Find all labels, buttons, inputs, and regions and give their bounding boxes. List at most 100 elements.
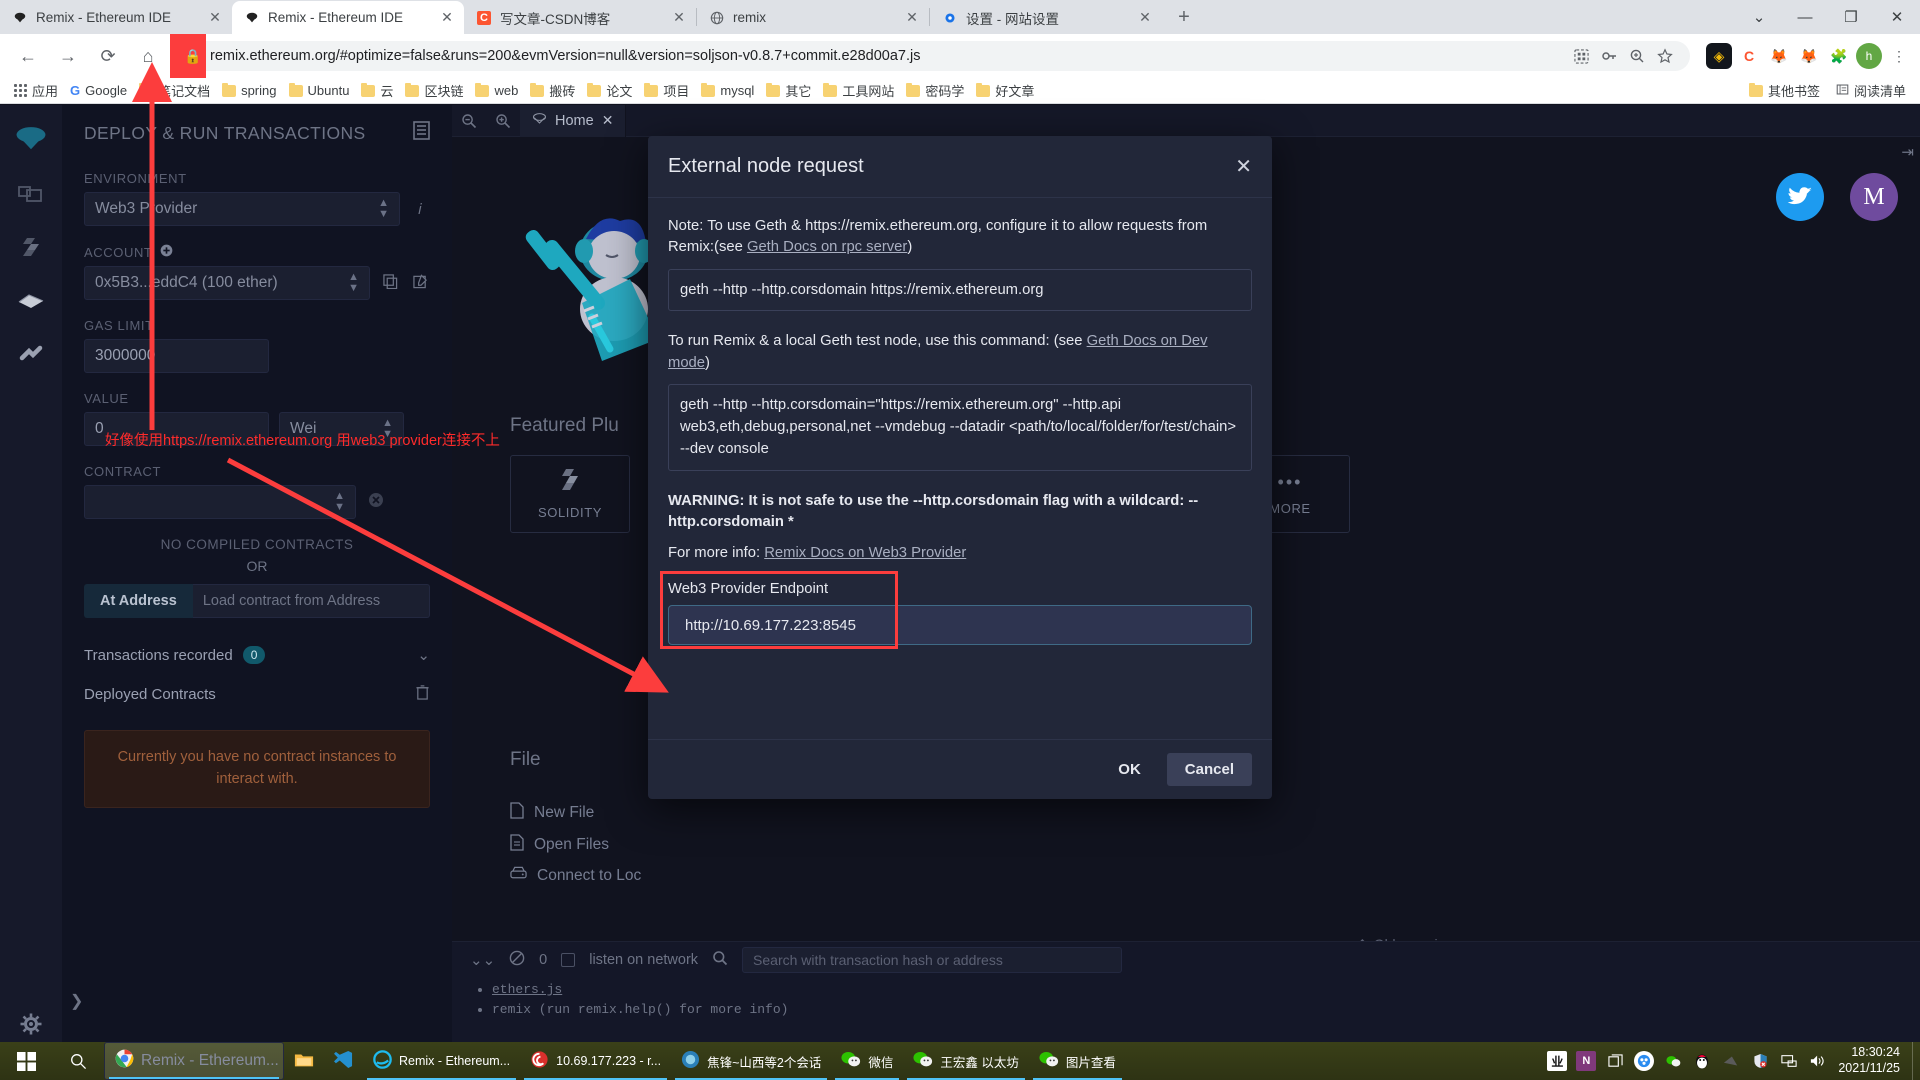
key-icon[interactable]	[1596, 43, 1622, 69]
bookmark-folder-13[interactable]: 工具网站	[817, 79, 900, 102]
info-icon[interactable]: 𝑖	[410, 201, 430, 218]
site-info-lock[interactable]: 🔒	[170, 34, 208, 78]
qq-icon[interactable]	[1692, 1051, 1712, 1071]
task-view-icon[interactable]	[1605, 1051, 1625, 1071]
maximize-button[interactable]: ❐	[1828, 0, 1874, 34]
menu-dots-icon[interactable]: ⋮	[1886, 43, 1912, 69]
endpoint-input[interactable]: http://10.69.177.223:8545	[668, 605, 1252, 646]
contract-select[interactable]: ▲ ▼	[84, 485, 356, 519]
at-address-button[interactable]: At Address	[84, 584, 193, 618]
at-address-input[interactable]: Load contract from Address	[192, 584, 430, 618]
browser-tab-1[interactable]: Remix - Ethereum IDE ✕	[232, 1, 464, 34]
close-icon[interactable]: ✕	[602, 112, 614, 129]
account-select[interactable]: 0x5B3...eddC4 (100 ether) ▲ ▼	[84, 266, 370, 300]
dialog-icon[interactable]	[1721, 1051, 1741, 1071]
bookmark-folder-7[interactable]: web	[469, 81, 524, 100]
solidity-compiler-icon[interactable]	[11, 225, 51, 269]
qr-code-icon[interactable]	[1568, 43, 1594, 69]
close-icon[interactable]: ✕	[670, 9, 688, 27]
csdn-icon[interactable]: C	[1736, 43, 1762, 69]
chevron-down-icon[interactable]: ⌄	[417, 646, 430, 664]
bookmark-folder-2[interactable]: 笔记文档	[133, 79, 216, 102]
file-link-connect-localhost[interactable]: Connect to Loc	[510, 861, 641, 890]
remix-home-icon[interactable]	[11, 117, 51, 161]
browser-tab-4[interactable]: 设置 - 网站设置 ✕	[930, 1, 1162, 34]
close-icon[interactable]: ✕	[903, 9, 921, 27]
gas-limit-input[interactable]: 3000000	[84, 339, 269, 373]
no-entry-icon[interactable]	[509, 950, 525, 970]
defender-icon[interactable]	[1750, 1051, 1770, 1071]
puzzle-icon[interactable]: 🧩	[1826, 43, 1852, 69]
browser-tab-3[interactable]: remix ✕	[697, 1, 929, 34]
settings-rail-item[interactable]	[0, 1012, 62, 1041]
bookmark-folder-4[interactable]: Ubuntu	[283, 81, 356, 100]
metamask-alt-icon[interactable]: 🦊	[1796, 43, 1822, 69]
geth-command-1[interactable]: geth --http --http.corsdomain https://re…	[668, 268, 1252, 312]
clear-circle-icon[interactable]	[366, 492, 386, 512]
taskbar-search-button[interactable]	[52, 1042, 104, 1080]
star-icon[interactable]	[1652, 43, 1678, 69]
zoom-in-icon[interactable]	[486, 105, 520, 137]
bookmark-folder-15[interactable]: 好文章	[970, 79, 1040, 102]
remix-web3-provider-docs-link[interactable]: Remix Docs on Web3 Provider	[764, 545, 966, 561]
wechat-icon[interactable]	[1663, 1051, 1683, 1071]
home-icon[interactable]: ⌂	[131, 39, 165, 73]
file-link-new-file[interactable]: New File	[510, 797, 641, 829]
file-explorer-icon[interactable]	[11, 171, 51, 215]
taskbar-item-vscode[interactable]	[324, 1042, 363, 1080]
new-tab-button[interactable]: +	[1168, 1, 1200, 33]
listen-on-network-checkbox[interactable]	[561, 953, 576, 967]
metamask-icon[interactable]: 🦊	[1766, 43, 1792, 69]
taskbar-item-file-explorer[interactable]	[284, 1042, 324, 1080]
baidu-netdisk-icon[interactable]	[1634, 1051, 1655, 1071]
twitter-badge[interactable]	[1776, 173, 1824, 221]
reading-list-button[interactable]: 阅读清单	[1830, 79, 1912, 102]
browser-tab-2[interactable]: C 写文章-CSDN博客 ✕	[464, 1, 696, 34]
forward-icon[interactable]: →	[51, 39, 85, 73]
close-window-button[interactable]: ✕	[1874, 0, 1920, 34]
deploy-run-icon[interactable]	[11, 279, 51, 323]
profile-h-icon[interactable]: h	[1856, 43, 1882, 69]
address-bar[interactable]: 🔒 remix.ethereum.org/#optimize=false&run…	[170, 34, 1690, 78]
taskbar-clock[interactable]: 18:30:24 2021/11/25	[1838, 1045, 1912, 1076]
ok-button[interactable]: OK	[1102, 753, 1157, 786]
bookmark-folder-6[interactable]: 区块链	[399, 79, 469, 102]
binance-icon[interactable]: ◈	[1706, 43, 1732, 69]
bookmark-folder-14[interactable]: 密码学	[900, 79, 970, 102]
cancel-button[interactable]: Cancel	[1166, 753, 1252, 786]
environment-select[interactable]: Web3 Provider ▲ ▼	[84, 192, 400, 226]
transactions-recorded-row[interactable]: Transactions recorded 0 ⌄	[84, 636, 430, 674]
ime-icon[interactable]: 业	[1547, 1051, 1568, 1071]
reload-icon[interactable]: ⟳	[91, 39, 125, 73]
show-desktop-button[interactable]	[1912, 1042, 1920, 1080]
tab-search-icon[interactable]: ⌄	[1736, 0, 1782, 34]
network-icon[interactable]	[1779, 1051, 1799, 1071]
bookmark-folder-8[interactable]: 搬砖	[524, 79, 581, 102]
bookmark-folder-9[interactable]: 论文	[581, 79, 638, 102]
bookmark-apps[interactable]: 应用	[8, 79, 64, 102]
bookmark-folder-10[interactable]: 项目	[638, 79, 695, 102]
taskbar-item-xshell[interactable]: 10.69.177.223 - r...	[520, 1042, 671, 1080]
plugin-tile-solidity[interactable]: SOLIDITY	[510, 455, 630, 533]
plugin-manager-icon[interactable]	[11, 333, 51, 377]
bookmark-folder-5[interactable]: 云	[355, 79, 399, 102]
ethers-js-link[interactable]: ethers.js	[492, 982, 562, 997]
taskbar-item-xshell-sessions[interactable]: 焦锋~山西等2个会话	[671, 1042, 831, 1080]
edit-icon[interactable]	[410, 273, 430, 293]
file-link-open-files[interactable]: Open Files	[510, 829, 641, 861]
volume-icon[interactable]	[1808, 1051, 1828, 1071]
taskbar-item-wechat-chat[interactable]: 王宏鑫 以太坊	[903, 1042, 1028, 1080]
modal-close-icon[interactable]: ✕	[1235, 154, 1252, 179]
chevrons-down-icon[interactable]: ⌄⌄	[470, 951, 495, 969]
minimize-button[interactable]: —	[1782, 0, 1828, 34]
bookmark-folder-12[interactable]: 其它	[760, 79, 817, 102]
back-icon[interactable]: ←	[11, 39, 45, 73]
taskbar-item-chrome[interactable]: Remix - Ethereum...	[104, 1042, 284, 1080]
bookmark-google[interactable]: G Google	[64, 81, 133, 100]
bookmark-folder-11[interactable]: mysql	[695, 81, 760, 100]
browser-tab-0[interactable]: Remix - Ethereum IDE ✕	[0, 1, 232, 34]
windows-start-button[interactable]	[0, 1042, 52, 1080]
editor-tab-home[interactable]: Home ✕	[520, 105, 627, 137]
other-bookmarks-button[interactable]: 其他书签	[1743, 79, 1826, 102]
taskbar-item-ie[interactable]: Remix - Ethereum...	[363, 1042, 520, 1080]
